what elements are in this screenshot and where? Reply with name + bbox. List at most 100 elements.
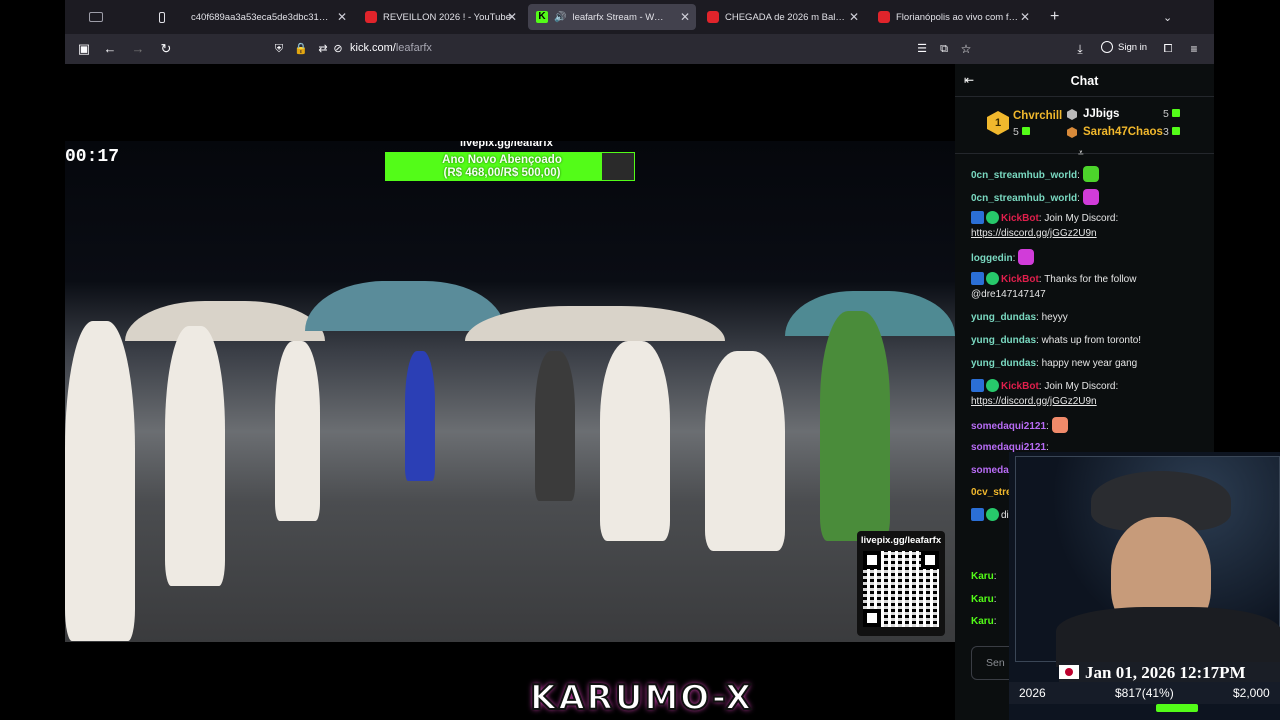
moderator-badge-icon (971, 508, 984, 521)
chat-text: Join My Discord: (1044, 381, 1119, 392)
video-scene (705, 351, 785, 551)
close-icon[interactable]: ✕ (337, 10, 347, 24)
webcam-feed (1056, 607, 1280, 667)
menu-icon[interactable]: ≡ (1185, 40, 1203, 58)
verified-badge-icon (986, 379, 999, 392)
chat-username[interactable]: Karu (971, 616, 994, 627)
gifter-name[interactable]: Chvrchill (1013, 110, 1062, 122)
chat-text: whats up from toronto! (1041, 335, 1142, 346)
tab-2[interactable]: K 🔊 leafarfx Stream - Watch Li ✕ (528, 4, 696, 30)
webcam-overlay: Jan 01, 2026 12:17PM 2026 $817(41%) $2,0… (1009, 452, 1280, 720)
tab-manager-button[interactable] (151, 4, 173, 30)
chat-username[interactable]: loggedin (971, 253, 1013, 264)
new-tab-button[interactable]: + (1042, 4, 1066, 30)
goal-target: $2,000 (1233, 686, 1270, 700)
chat-username[interactable]: somedaqui2121 (971, 421, 1046, 432)
close-icon[interactable]: ✕ (849, 10, 859, 24)
tab-title: REVEILLON 2026 ! - YouTube (383, 11, 511, 23)
chat-username[interactable]: KickBot (1001, 274, 1039, 285)
video-player[interactable]: 00:17 livepix.gg/leafarfx Ano Novo Abenç… (65, 141, 955, 642)
chat-separator: : (1077, 193, 1083, 204)
logo-text: KARUMO-X (529, 677, 754, 719)
tab-title: Florianópolis ao vivo com festa (896, 11, 1021, 23)
gifter-badge-icon (1067, 109, 1077, 120)
video-scene (820, 311, 890, 541)
url-path: leafarfx (395, 42, 432, 54)
chat-message: yung_dundas: heyyy (971, 310, 1193, 325)
chat-separator: : (993, 571, 997, 582)
account-icon (1101, 41, 1113, 53)
forward-button[interactable]: → (129, 40, 147, 58)
browser-chrome: c40f689aa3a53eca5de3dbc3150f ✕ REVEILLON… (65, 0, 1214, 64)
chat-username[interactable]: Karu (971, 571, 994, 582)
close-icon[interactable]: ✕ (680, 10, 690, 24)
gifter-name[interactable]: Sarah47Chaos (1083, 126, 1163, 138)
chat-username[interactable]: yung_dundas (971, 312, 1036, 323)
chat-link[interactable]: https://discord.gg/jGGz2U9n (971, 228, 1097, 239)
picture-in-picture-icon[interactable]: ⧉ (935, 40, 953, 58)
chat-username[interactable]: KickBot (1001, 381, 1039, 392)
reader-view-icon[interactable]: ☰ (913, 40, 931, 58)
verified-badge-icon (986, 272, 999, 285)
back-button[interactable]: ← (101, 40, 119, 58)
green-indicator (1156, 704, 1198, 712)
sign-in-button[interactable]: Sign in (1101, 41, 1147, 53)
autoplay-blocked-icon[interactable]: ⊘ (329, 40, 347, 58)
downloads-icon[interactable]: ⤓ (1071, 40, 1089, 58)
close-icon[interactable]: ✕ (507, 10, 517, 24)
sidebar-icon: ▣ (77, 41, 91, 56)
goal-text: Ano Novo Abençoado (R$ 468,00/R$ 500,00) (386, 154, 618, 180)
chat-username[interactable]: 0cv_stre (971, 487, 1012, 498)
chat-username[interactable]: KickBot (1001, 213, 1039, 224)
bookmark-star-icon[interactable]: ☆ (957, 40, 975, 58)
chat-message: 0cn_streamhub_world: (971, 166, 1193, 183)
qr-code (863, 551, 939, 627)
chat-username[interactable]: Karu (971, 594, 994, 605)
nav-bar: ▣ ← → ↻ ⛨ 🔒 ⇄ ⊘ kick.com/leafarfx ☰ ⧉ ☆ … (65, 34, 1214, 64)
chat-username[interactable]: 0cn_streamhub_world (971, 193, 1077, 204)
channel-logo-banner: KARUMO-X (510, 664, 772, 720)
video-scene (465, 306, 725, 341)
chat-header: ⇤ Chat (955, 64, 1214, 97)
tab-4[interactable]: Florianópolis ao vivo com festa ✕ (870, 4, 1036, 30)
chat-message: KickBot: Join My Discord: https://discor… (971, 379, 1193, 409)
close-icon[interactable]: ✕ (1020, 10, 1030, 24)
qr-code-panel: livepix.gg/leafarfx (857, 531, 945, 636)
chat-text: Join My Discord: (1044, 213, 1119, 224)
tab-1[interactable]: REVEILLON 2026 ! - YouTube ✕ (357, 4, 523, 30)
chat-separator: : (1046, 421, 1052, 432)
webcam-feed (1015, 456, 1280, 667)
sidebar-toggle-tab[interactable] (81, 4, 121, 30)
video-scene (165, 326, 225, 586)
kick-icon: K (536, 11, 548, 23)
chat-link[interactable]: https://discord.gg/jGGz2U9n (971, 396, 1097, 407)
lock-icon[interactable]: 🔒 (292, 40, 310, 58)
sidebar-button[interactable]: ▣ (75, 40, 93, 58)
expand-gifters-icon[interactable]: ⩡ (1078, 148, 1084, 159)
chat-message: yung_dundas: whats up from toronto! (971, 333, 1193, 348)
shield-icon[interactable]: ⛨ (270, 40, 288, 58)
chat-title: Chat (1070, 74, 1099, 88)
rank-badge: 1 (987, 111, 1009, 135)
chat-username[interactable]: yung_dundas (971, 335, 1036, 346)
emote-icon (1082, 166, 1099, 182)
tab-3[interactable]: CHEGADA de 2026 m Balneário ✕ (699, 4, 865, 30)
chat-text: happy new year gang (1041, 358, 1138, 369)
qr-label: livepix.gg/leafarfx (860, 535, 942, 546)
speaker-icon[interactable]: 🔊 (554, 12, 566, 23)
verified-badge-icon (986, 508, 999, 521)
chat-username[interactable]: yung_dundas (971, 358, 1036, 369)
chat-message: KickBot: Thanks for the follow @dre14714… (971, 272, 1193, 302)
gifter-name[interactable]: JJbigs (1083, 108, 1119, 120)
youtube-icon (707, 11, 719, 23)
reload-button[interactable]: ↻ (157, 40, 175, 58)
top-gifters: 1 Chvrchill 5 JJbigs 5 Sarah47Chaos 3 (955, 98, 1214, 154)
tab-0[interactable]: c40f689aa3a53eca5de3dbc3150f ✕ (183, 4, 353, 30)
chat-username[interactable]: 0cn_streamhub_world (971, 170, 1077, 181)
youtube-icon (878, 11, 890, 23)
address-bar[interactable]: kick.com/leafarfx (350, 42, 432, 54)
chat-username[interactable]: someda (971, 465, 1009, 476)
list-all-tabs-button[interactable]: ⌄ (1155, 4, 1179, 30)
extensions-icon[interactable]: ⧠ (1159, 40, 1177, 58)
arrow-left-icon: ← (103, 41, 117, 56)
